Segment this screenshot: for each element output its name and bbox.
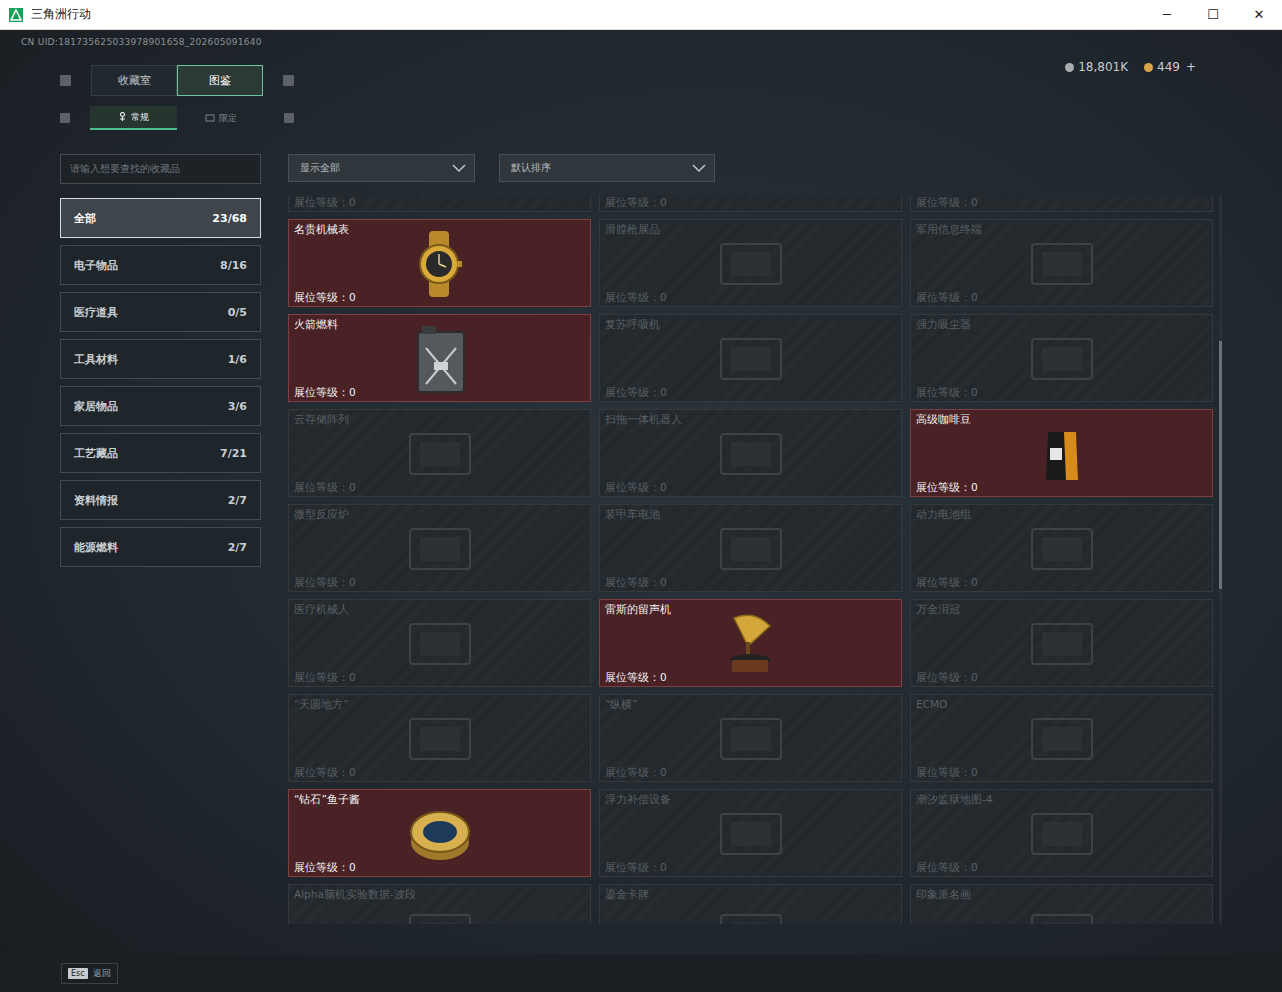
filter-dropdown[interactable]: 默认排序 <box>499 154 715 182</box>
collection-card[interactable]: 展位等级：0 <box>910 195 1213 212</box>
back-button[interactable]: Esc 返回 <box>61 963 118 984</box>
collection-card[interactable]: 名贵机械表 展位等级：0 <box>288 219 591 307</box>
collection-card[interactable]: 展位等级：0 <box>599 195 902 212</box>
collection-card[interactable]: “天圆地方” 展位等级：0 <box>288 694 591 782</box>
collection-card[interactable]: 动力电池组 展位等级：0 <box>910 504 1213 592</box>
collection-card[interactable]: 复苏呼吸机 展位等级：0 <box>599 314 902 402</box>
key-hint <box>283 75 294 86</box>
add-currency-button[interactable]: + <box>1186 60 1196 74</box>
category-sidebar: 请输入想要查找的收藏品 全部23/68 电子物品8/16 医疗道具0/5 工具材料1/… <box>60 154 261 955</box>
game-logo-icon <box>9 8 23 22</box>
locked-item-silhouette-icon <box>706 331 796 387</box>
locked-item-silhouette-icon <box>706 806 796 862</box>
caviar-tin-icon <box>409 806 471 862</box>
limited-icon <box>205 113 215 123</box>
key-hint <box>60 75 71 86</box>
locked-item-silhouette-icon <box>1017 331 1107 387</box>
locked-item-silhouette-icon <box>1017 236 1107 292</box>
locked-item-silhouette-icon <box>1017 806 1107 862</box>
main-tab[interactable]: 收藏室 <box>91 65 177 96</box>
gramophone-icon <box>726 612 776 676</box>
window-control-button[interactable]: ─ <box>1144 7 1190 22</box>
category-item[interactable]: 家居物品3/6 <box>60 386 261 426</box>
collection-card[interactable]: 医疗机械人 展位等级：0 <box>288 599 591 687</box>
locked-item-silhouette-icon <box>706 907 796 924</box>
currency: 18,801K <box>1065 60 1128 74</box>
main-tab[interactable]: 图鉴 <box>177 65 263 96</box>
figure-icon <box>118 112 127 122</box>
sub-tab[interactable]: 限定 <box>177 106 264 130</box>
coin-icon <box>1065 63 1074 72</box>
collection-card[interactable]: 微型反应炉 展位等级：0 <box>288 504 591 592</box>
collection-card[interactable]: 万金泪冠 展位等级：0 <box>910 599 1213 687</box>
locked-item-silhouette-icon <box>706 236 796 292</box>
locked-item-silhouette-icon <box>1017 616 1107 672</box>
collection-grid: 展位等级：0 展位等级：0 展位等级：0 名贵机械表 展位等级：0滑膛枪展品 展… <box>288 195 1213 924</box>
collection-card[interactable]: 高级咖啡豆 展位等级：0 <box>910 409 1213 497</box>
category-item[interactable]: 全部23/68 <box>60 198 261 238</box>
collection-card[interactable]: 雷斯的留声机 展位等级：0 <box>599 599 902 687</box>
collection-card[interactable]: ECMO 展位等级：0 <box>910 694 1213 782</box>
game-window: 三角洲行动 ─☐✕ CN UID:181735625033978901658_2… <box>0 0 1282 992</box>
collection-card[interactable]: 云存储阵列 展位等级：0 <box>288 409 591 497</box>
collection-card[interactable]: 潮汐监狱地图-4 展位等级：0 <box>910 789 1213 877</box>
locked-item-silhouette-icon <box>395 521 485 577</box>
bottom-bar: Esc 返回 <box>0 955 1282 992</box>
category-item[interactable]: 能源燃料2/7 <box>60 527 261 567</box>
coin-icon <box>1144 63 1153 72</box>
locked-item-silhouette-icon <box>1017 907 1107 924</box>
category-item[interactable]: 医疗道具0/5 <box>60 292 261 332</box>
category-item[interactable]: 工艺藏品7/21 <box>60 433 261 473</box>
currency: 449 <box>1144 60 1180 74</box>
collection-card[interactable]: 强力吸尘器 展位等级：0 <box>910 314 1213 402</box>
title-bar: 三角洲行动 ─☐✕ <box>0 0 1282 30</box>
fuel-can-icon <box>412 324 468 394</box>
collection-card[interactable]: 鎏金卡牌 <box>599 884 902 924</box>
chevron-down-icon <box>692 164 706 172</box>
scrollbar[interactable] <box>1219 195 1222 924</box>
scrollbar-thumb[interactable] <box>1219 341 1222 589</box>
user-id: CN UID:181735625033978901658_20260509164… <box>21 36 294 48</box>
sub-tab[interactable]: 常规 <box>90 106 177 130</box>
chevron-down-icon <box>452 164 466 172</box>
collection-card[interactable]: 展位等级：0 <box>288 195 591 212</box>
collection-card[interactable]: 滑膛枪展品 展位等级：0 <box>599 219 902 307</box>
collection-card[interactable]: 军用信息终端 展位等级：0 <box>910 219 1213 307</box>
key-hint <box>60 113 70 123</box>
collection-card[interactable]: “钻石”鱼子酱 展位等级：0 <box>288 789 591 877</box>
filter-dropdown[interactable]: 显示全部 <box>288 154 475 182</box>
collection-card[interactable]: “纵横” 展位等级：0 <box>599 694 902 782</box>
locked-item-silhouette-icon <box>395 907 485 924</box>
locked-item-silhouette-icon <box>395 426 485 482</box>
collection-card[interactable]: 扫拖一体机器人 展位等级：0 <box>599 409 902 497</box>
window-control-button[interactable]: ✕ <box>1236 7 1282 22</box>
key-hint <box>284 113 294 123</box>
window-title: 三角洲行动 <box>31 6 91 23</box>
locked-item-silhouette-icon <box>395 711 485 767</box>
window-control-button[interactable]: ☐ <box>1190 7 1236 22</box>
collection-card[interactable]: Alpha脑机实验数据-波段 <box>288 884 591 924</box>
category-item[interactable]: 电子物品8/16 <box>60 245 261 285</box>
collection-card[interactable]: 装甲车电池 展位等级：0 <box>599 504 902 592</box>
category-item[interactable]: 资料情报2/7 <box>60 480 261 520</box>
watch-icon <box>413 229 467 299</box>
collection-card[interactable]: 印象派名画 <box>910 884 1213 924</box>
collection-screen: CN UID:181735625033978901658_20260509164… <box>0 30 1282 992</box>
coffee-bag-icon <box>1042 426 1082 482</box>
locked-item-silhouette-icon <box>1017 521 1107 577</box>
category-item[interactable]: 工具材料1/6 <box>60 339 261 379</box>
collection-card[interactable]: 火箭燃料 展位等级：0 <box>288 314 591 402</box>
search-field[interactable]: 请输入想要查找的收藏品 <box>60 154 261 184</box>
locked-item-silhouette-icon <box>706 711 796 767</box>
locked-item-silhouette-icon <box>706 426 796 482</box>
collection-card[interactable]: 浮力补偿设备 展位等级：0 <box>599 789 902 877</box>
locked-item-silhouette-icon <box>395 616 485 672</box>
locked-item-silhouette-icon <box>706 521 796 577</box>
locked-item-silhouette-icon <box>1017 711 1107 767</box>
